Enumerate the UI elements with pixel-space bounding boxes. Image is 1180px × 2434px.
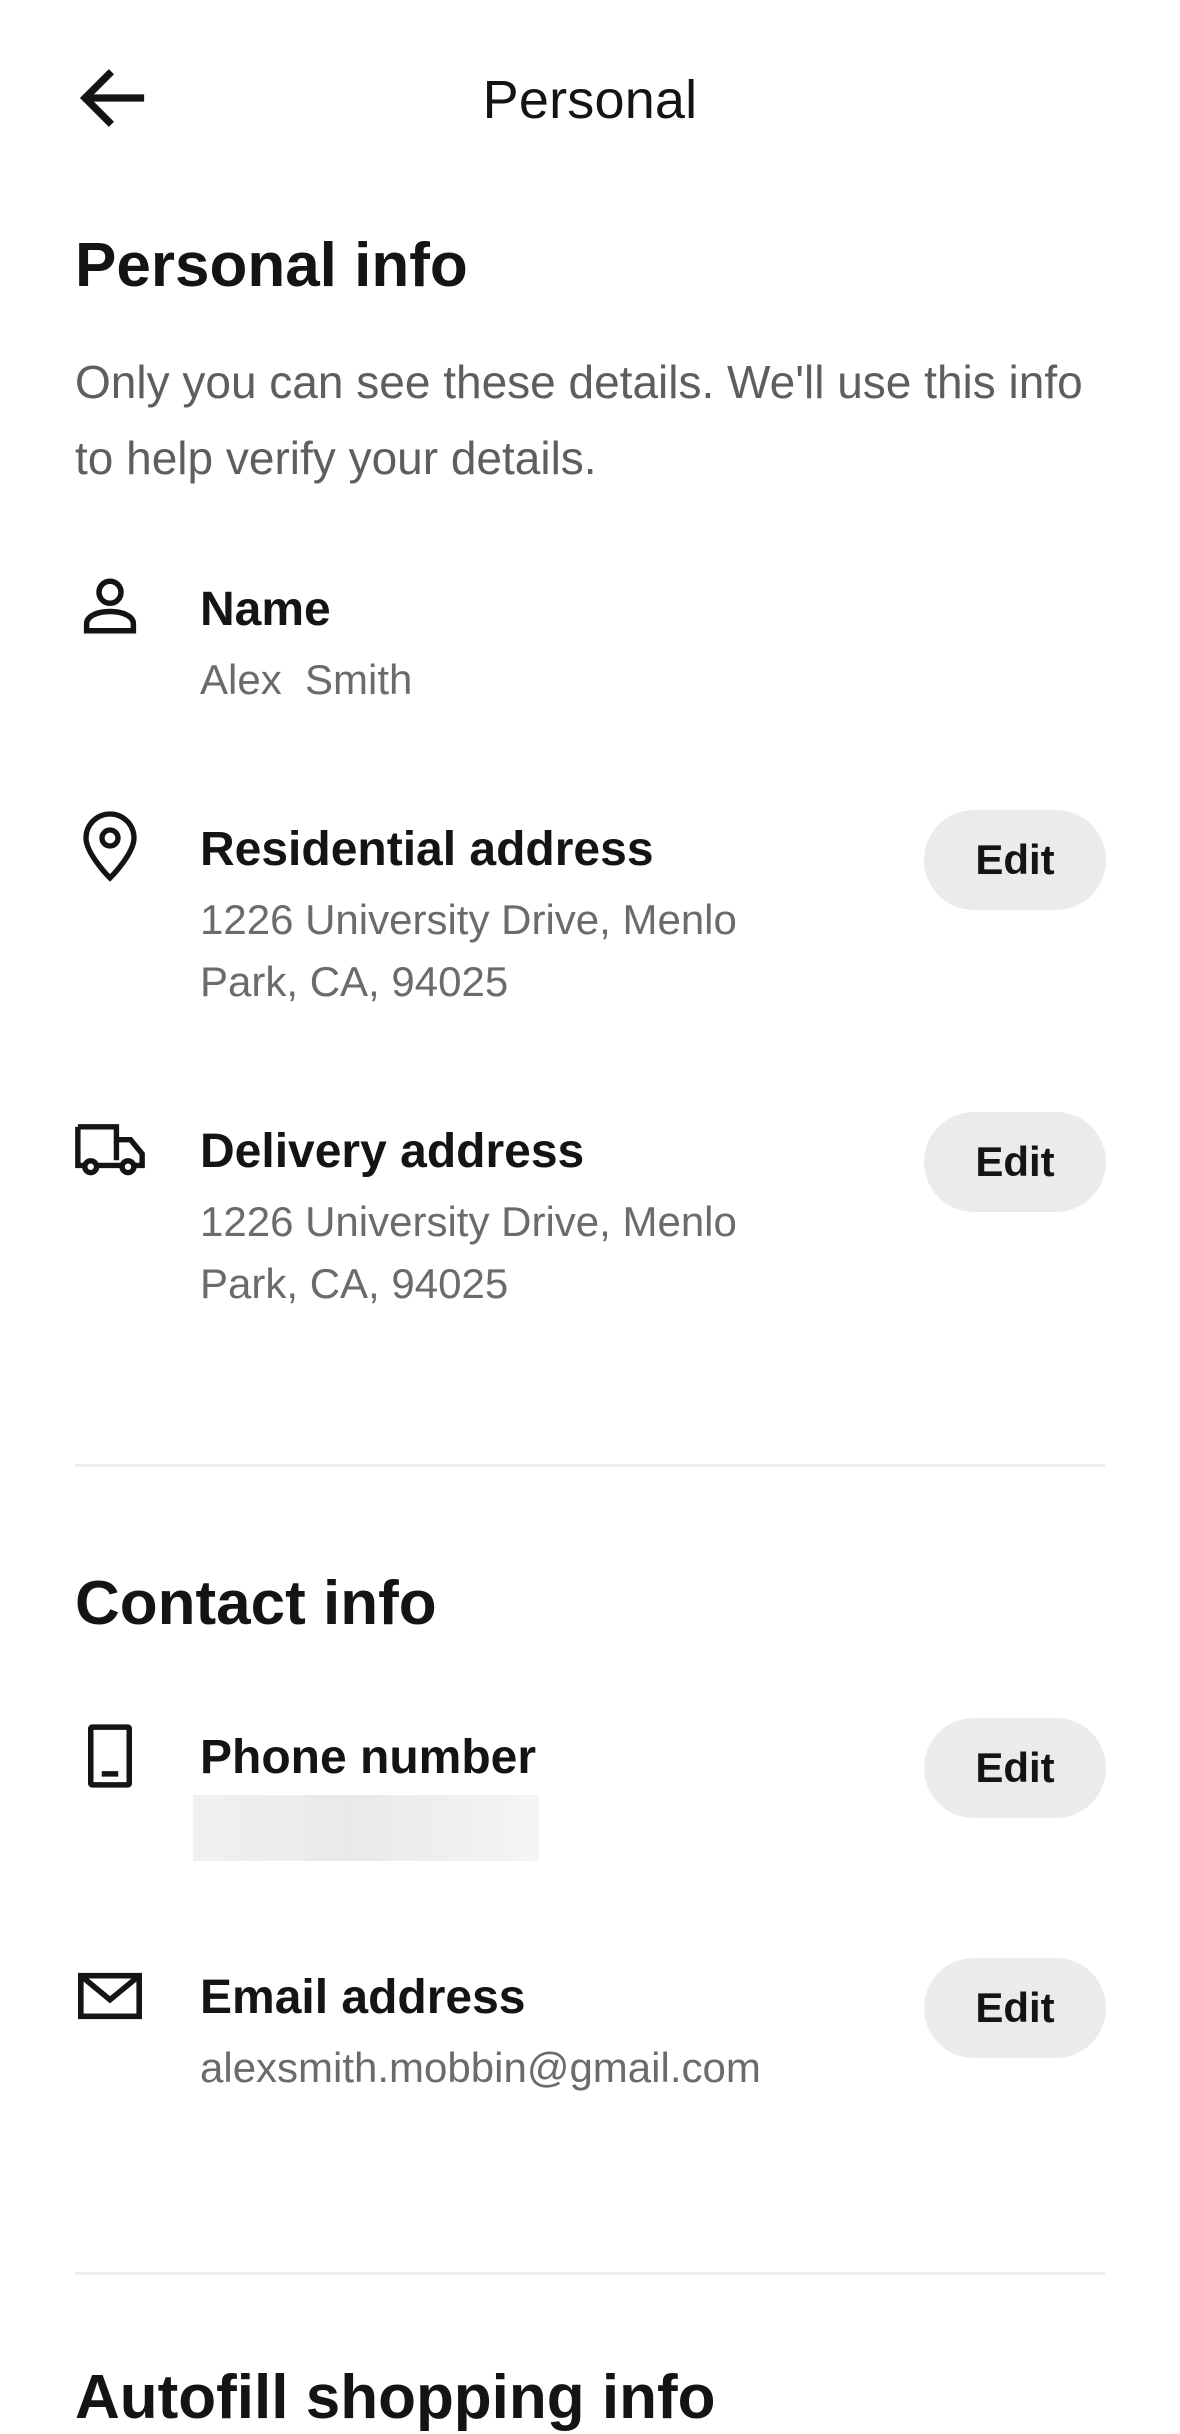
mail-icon [74,1960,146,2032]
residential-address-value: 1226 University Drive, Menlo Park, CA, 9… [200,896,737,1005]
name-label: Name [200,583,331,636]
personal-info-description: Only you can see these details. We'll us… [75,356,1083,484]
edit-delivery-address-button[interactable]: Edit [924,1112,1106,1212]
contact-info-heading: Contact info [75,1569,437,1638]
edit-phone-number-button[interactable]: Edit [924,1718,1106,1818]
delivery-truck-icon [74,1114,146,1186]
delivery-address-label: Delivery address [200,1125,585,1178]
edit-residential-address-button[interactable]: Edit [924,810,1106,910]
top-bar: Personal [0,0,1180,200]
personal-info-heading: Personal info [75,231,468,300]
delivery-address-value: 1226 University Drive, Menlo Park, CA, 9… [200,1198,737,1307]
section-divider [75,1464,1105,1467]
section-divider [75,2272,1105,2275]
residential-address-label: Residential address [200,823,654,876]
autofill-shopping-info-heading: Autofill shopping info [75,2363,716,2432]
location-pin-icon [74,810,146,882]
edit-email-address-button[interactable]: Edit [924,1958,1106,2058]
phone-number-label: Phone number [200,1731,537,1784]
phone-number-value-redacted [193,1795,539,1861]
phone-icon [74,1720,146,1792]
email-address-label: Email address [200,1971,526,2024]
person-icon [74,570,146,642]
email-address-value: alexsmith.mobbin@gmail.com [200,2044,761,2091]
name-value: Alex Smith [200,656,413,703]
page-title: Personal [482,70,698,130]
